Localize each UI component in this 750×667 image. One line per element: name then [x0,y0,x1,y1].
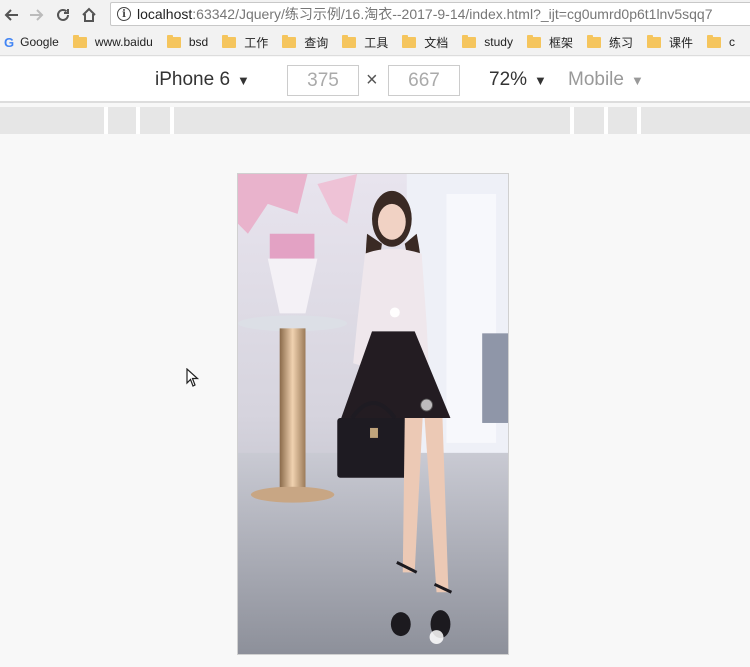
bookmark-folder-bsd[interactable]: bsd [166,34,209,49]
mouse-cursor-icon [186,368,200,387]
ruler-divider [570,107,574,134]
dropdown-arrow-icon: ▼ [630,72,644,88]
folder-icon [586,34,601,48]
folder-icon [402,34,417,48]
bookmark-folder-frameworks[interactable]: 框架 [526,34,573,51]
bookmark-label: 课件 [669,35,694,50]
bookmark-folder-tools[interactable]: 工具 [342,34,388,51]
bookmark-folder-courseware[interactable]: 课件 [647,34,693,51]
bookmark-label: 框架 [548,35,573,50]
folder-icon [72,34,87,48]
bookmark-folder-more[interactable]: c [707,34,736,49]
bookmark-label: Google [20,35,59,49]
bookmark-label: 文档 [424,35,449,50]
fashion-photo[interactable] [238,174,508,654]
bookmark-label: c [729,35,736,49]
back-arrow-icon[interactable] [0,4,22,26]
device-select[interactable]: iPhone 6 ▼ [155,66,250,94]
bookmark-folder-query[interactable]: 查询 [282,34,328,51]
bookmark-folder-study[interactable]: study [462,34,513,49]
folder-icon [342,34,357,48]
dropdown-arrow-icon: ▼ [237,72,250,88]
folder-icon [707,34,722,48]
mode-value: Mobile [568,69,624,90]
folder-icon [282,34,297,48]
reload-icon[interactable] [52,4,74,26]
bookmark-label: study [484,35,513,49]
height-input[interactable] [388,65,460,96]
folder-icon [647,34,661,48]
home-icon[interactable] [78,4,100,26]
device-name: iPhone 6 [155,69,231,90]
bookmark-label: 工作 [244,35,269,50]
bookmark-label: 练习 [608,35,633,50]
zoom-select[interactable]: 72% ▼ [489,66,547,94]
bookmark-label: bsd [188,35,209,49]
folder-icon [462,34,477,48]
bookmark-folder-practice[interactable]: 练习 [586,34,633,51]
zoom-value: 72% [489,69,528,90]
ruler-divider [170,107,174,134]
dropdown-arrow-icon: ▼ [534,72,547,88]
width-input[interactable] [287,65,359,96]
info-icon[interactable]: i [117,7,131,21]
bookmark-google[interactable]: G Google [0,35,59,50]
forward-arrow-icon[interactable] [26,4,48,26]
bookmark-label: 工具 [364,35,389,50]
folder-icon [166,34,181,48]
url-path: :63342/Jquery/练习示例/16.淘衣--2017-9-14/inde… [192,6,713,22]
bookmark-folder-docs[interactable]: 文档 [402,34,448,51]
ruler-divider [604,107,608,134]
bookmark-label: www.baidu [94,35,153,49]
media-query-bar[interactable] [0,107,750,134]
dimension-separator: × [366,69,378,91]
mode-select[interactable]: Mobile ▼ [568,66,644,94]
google-icon: G [4,34,15,50]
device-toolbar: iPhone 6 ▼ × 72% ▼ Mobile ▼ [0,57,750,103]
ruler-divider [104,107,108,134]
bookmarks-bar: G Google www.baidu bsd 工作 查询 工具 文档 study… [0,29,750,56]
folder-icon [222,34,237,48]
bookmark-folder-work[interactable]: 工作 [222,34,268,51]
address-bar: i localhost:63342/Jquery/练习示例/16.淘衣--201… [0,0,750,29]
bookmark-label: 查询 [304,35,329,50]
bookmark-folder-baidu[interactable]: www.baidu [72,34,153,49]
ruler-divider [136,107,140,134]
url-host: localhost [137,6,193,22]
url-input[interactable]: i localhost:63342/Jquery/练习示例/16.淘衣--201… [110,2,750,26]
device-frame[interactable] [237,173,509,655]
folder-icon [526,34,541,48]
ruler-divider [637,107,641,134]
